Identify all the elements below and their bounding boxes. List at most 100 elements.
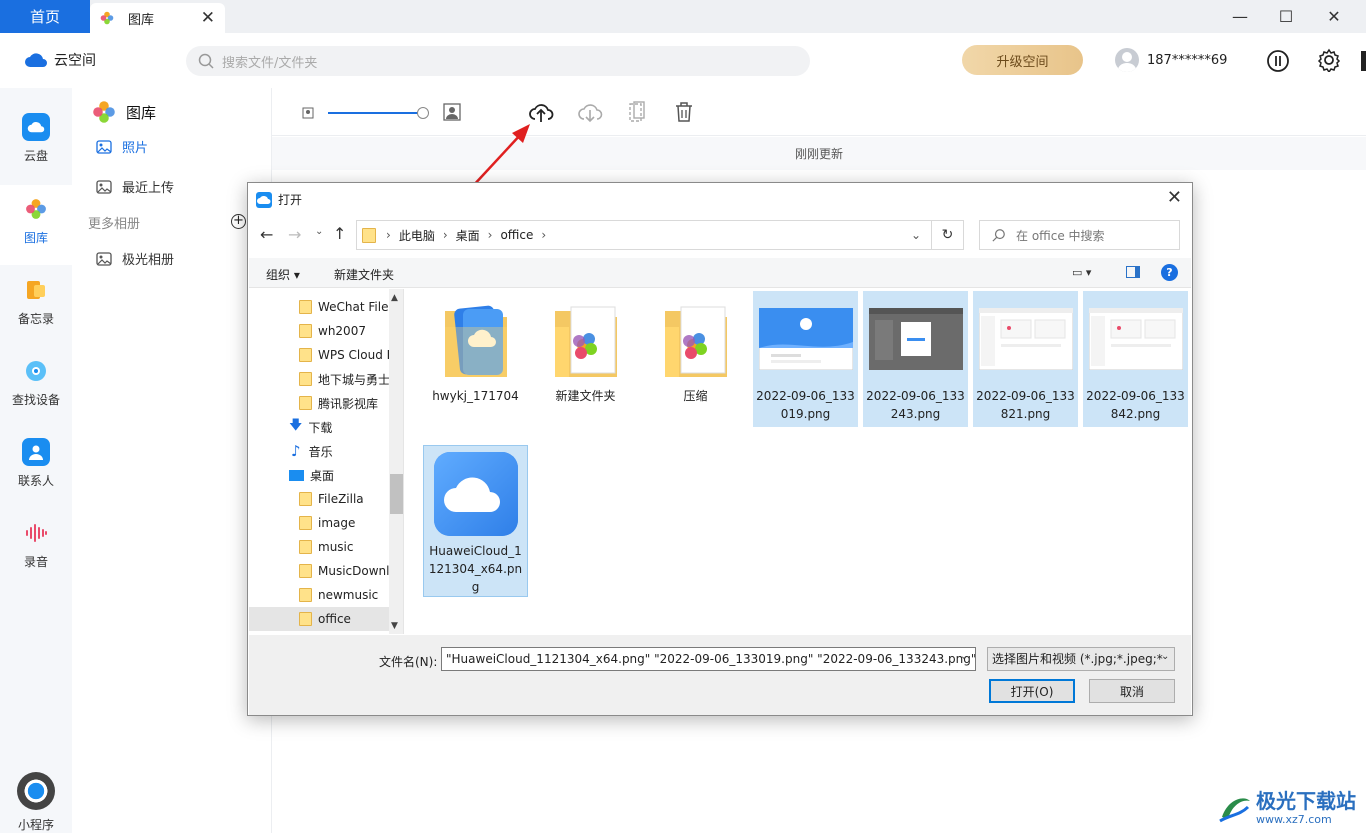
- filename-input[interactable]: "HuaweiCloud_1121304_x64.png" "2022-09-0…: [441, 647, 976, 671]
- chevron-right-icon: ›: [487, 228, 493, 242]
- folder-icon: [299, 396, 312, 410]
- file-item[interactable]: 压缩: [643, 291, 748, 427]
- tree-item[interactable]: 腾讯影视库: [249, 391, 389, 415]
- sidebar-item-recent[interactable]: 最近上传: [96, 177, 174, 196]
- file-item[interactable]: 2022-09-06_133019.png: [753, 291, 858, 427]
- dialog-title: 打开: [256, 191, 302, 208]
- file-item-label: HuaweiCloud_1121304_x64.png: [428, 544, 523, 594]
- qr-code-icon: [17, 772, 55, 810]
- file-item[interactable]: 2022-09-06_133821.png: [973, 291, 1078, 427]
- sidebar-item-label: 最近上传: [122, 181, 175, 196]
- cancel-button[interactable]: 取消: [1089, 679, 1175, 703]
- filetype-chevron-icon[interactable]: ⌄: [1161, 651, 1169, 662]
- add-album-icon[interactable]: +: [231, 214, 246, 229]
- tree-item[interactable]: WPS Cloud Files: [249, 343, 389, 367]
- zoom-slider-track[interactable]: [328, 112, 424, 114]
- refresh-icon[interactable]: ↻: [932, 220, 964, 250]
- tree-item[interactable]: WeChat Files: [249, 295, 389, 319]
- small-thumb-icon[interactable]: [302, 107, 314, 119]
- tree-item[interactable]: 迅雷下载: [249, 631, 389, 634]
- rail-item-mini-program[interactable]: 小程序: [0, 768, 72, 833]
- tree-scrollbar[interactable]: [389, 289, 403, 634]
- tree-item[interactable]: 桌面: [249, 463, 389, 487]
- contacts-icon: [22, 438, 50, 466]
- tree-item[interactable]: newmusic: [249, 583, 389, 607]
- file-item-label: 2022-09-06_133842.png: [1086, 389, 1185, 421]
- dialog-bottom: 文件名(N): "HuaweiCloud_1121304_x64.png" "2…: [249, 635, 1191, 715]
- rail-item-find-device[interactable]: 查找设备: [0, 347, 72, 427]
- tree-item[interactable]: image: [249, 511, 389, 535]
- sidebar-item-aurora[interactable]: 极光相册: [96, 249, 174, 268]
- rail-label: 备忘录: [17, 312, 54, 326]
- tab-close-icon[interactable]: ✕: [201, 8, 215, 28]
- help-icon[interactable]: ?: [1161, 264, 1178, 281]
- tree-item[interactable]: FileZilla: [249, 487, 389, 511]
- upgrade-button[interactable]: 升级空间: [962, 45, 1083, 75]
- sidebar-item-photos[interactable]: 照片: [96, 137, 148, 156]
- file-list: hwykj_171704 新建文件夹 压缩 2022-09-06_133019.png…: [405, 289, 1192, 634]
- view-options-icon[interactable]: ▭ ▾: [1072, 266, 1091, 279]
- dialog-close-icon[interactable]: ✕: [1167, 187, 1182, 208]
- recent-locations-icon[interactable]: ⌄: [315, 226, 323, 237]
- address-bar[interactable]: › 此电脑 › 桌面 › office › ⌄: [356, 220, 932, 250]
- minimize-icon[interactable]: —: [1225, 4, 1255, 28]
- tree-item[interactable]: music: [249, 535, 389, 559]
- image-thumbnail-icon: [868, 291, 963, 387]
- filename-history-icon[interactable]: ⌄: [960, 651, 968, 662]
- chevron-down-icon[interactable]: ⌄: [911, 228, 921, 242]
- zoom-slider-handle[interactable]: [417, 107, 429, 119]
- tree-item[interactable]: office: [249, 607, 389, 631]
- move-icon[interactable]: [629, 101, 645, 123]
- cloud-logo-icon: [25, 53, 47, 67]
- window-close-icon[interactable]: ✕: [1319, 4, 1349, 28]
- preview-pane-icon[interactable]: [1126, 266, 1140, 278]
- file-item[interactable]: HuaweiCloud_1121304_x64.png: [423, 445, 528, 597]
- gallery-app-icon: [100, 11, 114, 25]
- brand: 云空间: [24, 50, 96, 70]
- watermark-name: 极光下载站: [1256, 789, 1356, 813]
- large-thumb-icon[interactable]: [443, 103, 461, 121]
- chevron-right-icon: ›: [541, 228, 547, 242]
- scroll-down-icon[interactable]: ▼: [391, 621, 398, 631]
- delete-icon[interactable]: [674, 101, 694, 123]
- breadcrumb-item[interactable]: office: [500, 228, 533, 242]
- scroll-up-icon[interactable]: ▲: [391, 293, 398, 303]
- image-icon: [96, 179, 112, 194]
- tree-item[interactable]: 地下城与勇士: [249, 367, 389, 391]
- dialog-search-input[interactable]: 在 office 中搜索: [979, 220, 1180, 250]
- image-thumbnail-icon: [1088, 291, 1183, 387]
- maximize-icon[interactable]: ☐: [1271, 4, 1301, 28]
- rail-item-recorder[interactable]: 录音: [0, 509, 72, 589]
- breadcrumb-item[interactable]: 此电脑: [399, 227, 435, 244]
- rail-item-notes[interactable]: 备忘录: [0, 266, 72, 346]
- up-icon[interactable]: ↑: [333, 224, 346, 243]
- file-item[interactable]: 新建文件夹: [533, 291, 638, 427]
- download-icon[interactable]: [577, 100, 603, 124]
- file-item[interactable]: 2022-09-06_133842.png: [1083, 291, 1188, 427]
- search-input[interactable]: 搜索文件/文件夹: [186, 46, 810, 76]
- back-icon[interactable]: ←: [260, 225, 273, 244]
- open-button[interactable]: 打开(O): [989, 679, 1075, 703]
- organize-menu[interactable]: 组织 ▾: [266, 266, 300, 283]
- file-item-label: 2022-09-06_133243.png: [866, 389, 965, 421]
- file-item[interactable]: 2022-09-06_133243.png: [863, 291, 968, 427]
- tree-item[interactable]: wh2007: [249, 319, 389, 343]
- file-item[interactable]: hwykj_171704: [423, 291, 528, 427]
- tree-scrollbar-thumb[interactable]: [390, 474, 403, 514]
- breadcrumb-item[interactable]: 桌面: [456, 227, 480, 244]
- new-folder-button[interactable]: 新建文件夹: [334, 266, 394, 283]
- rail-item-gallery[interactable]: 图库: [0, 185, 72, 265]
- forward-icon[interactable]: →: [288, 225, 301, 244]
- tree-item[interactable]: ♪ 音乐: [249, 439, 389, 463]
- gallery-icon: [93, 101, 115, 123]
- sync-icon[interactable]: [1266, 49, 1290, 73]
- rail-item-cloud-drive[interactable]: 云盘: [0, 103, 72, 183]
- tree-item[interactable]: MusicDownload: [249, 559, 389, 583]
- tree-item[interactable]: 🡇 下载: [249, 415, 389, 439]
- rail-item-contacts[interactable]: 联系人: [0, 428, 72, 508]
- gear-icon[interactable]: [1317, 48, 1341, 72]
- user-account[interactable]: 187******69: [1115, 48, 1227, 72]
- tab-gallery[interactable]: 图库 ✕: [90, 3, 225, 33]
- filetype-select[interactable]: 选择图片和视频 (*.jpg;*.jpeg;*: [987, 647, 1175, 671]
- tab-home[interactable]: 首页: [0, 0, 90, 33]
